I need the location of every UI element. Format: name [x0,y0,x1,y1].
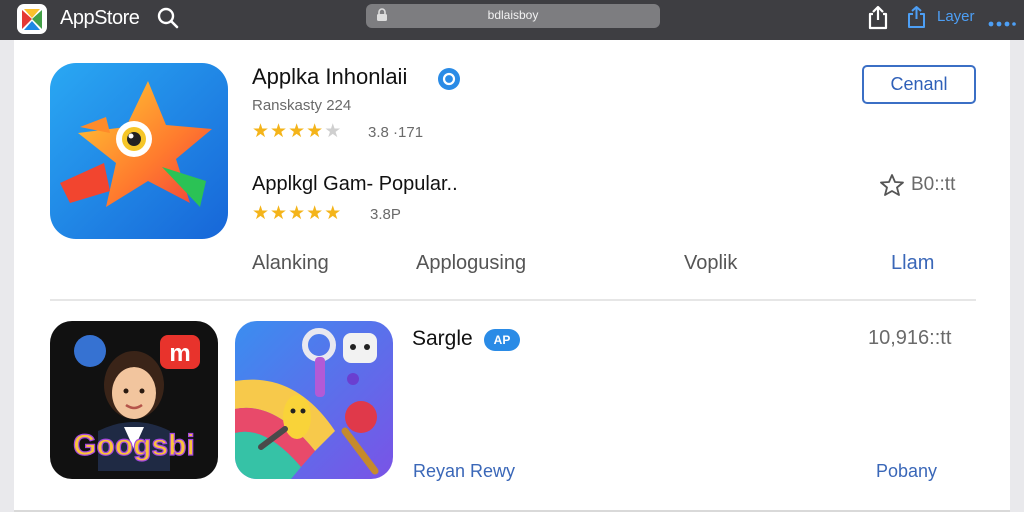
layer-label[interactable]: Layer [937,8,975,25]
url-field[interactable]: bdlaisboy [366,4,660,28]
developer-link[interactable]: Reyan Rewy [413,461,515,482]
rating-count: 3.8 ·171 [368,124,424,141]
star-rating-secondary: ★★★★★ [252,202,342,225]
star-icon: ★ [270,121,289,142]
star-outline-icon[interactable] [879,173,905,197]
verified-badge-icon [438,68,460,90]
app-list-card: Applka Inhonlaii Ranskasty 224 ★★★★★ 3.8… [14,40,1010,512]
googsbi-icon-text: Googsbi [73,429,195,462]
star-empty-icon: ★ [324,121,343,142]
star-icon: ★ [252,121,271,142]
search-icon[interactable] [156,6,180,30]
star-icon: ★ [306,203,325,224]
share-icon[interactable] [866,4,890,30]
company-link[interactable]: Pobany [876,461,937,482]
featured-app-subtitle: Applkgl Gam- Popular.. [252,173,458,195]
second-app-title[interactable]: Sargle [412,327,473,351]
top-bar: AppStore bdlaisboy Layer [0,0,1024,40]
star-icon: ★ [270,203,289,224]
open-button[interactable]: Cenanl [862,65,976,104]
url-text: bdlaisboy [487,8,539,22]
tab-alanking[interactable]: Alanking [252,252,329,275]
star-icon: ★ [306,121,325,142]
star-icon: ★ [288,203,307,224]
developer-name: Ranskasty 224 [252,97,352,114]
more-icon[interactable] [988,14,1016,27]
star-icon: ★ [252,203,271,224]
tab-llam[interactable]: Llam [891,252,934,275]
tab-voplik[interactable]: Voplik [684,252,737,275]
featured-price: B0::tt [911,174,956,195]
ap-badge: AP [484,329,520,351]
layer-icon[interactable] [906,5,928,29]
app-title: AppStore [60,7,140,29]
divider [50,299,976,301]
star-icon: ★ [324,203,343,224]
tab-applogusing[interactable]: Applogusing [416,252,526,275]
game-app-icon[interactable] [235,321,393,479]
svg-text:m: m [169,340,190,367]
rating-count-secondary: 3.8P [370,206,401,223]
second-price: 10,916::tt [868,327,952,349]
app-logo-icon[interactable] [16,3,48,35]
featured-app-icon[interactable] [50,63,228,239]
star-rating: ★★★★★ [252,120,342,143]
googsbi-app-icon[interactable]: m Googsbi [50,321,218,479]
star-icon: ★ [288,121,307,142]
featured-app-title[interactable]: Applka Inhonlaii [252,64,407,90]
